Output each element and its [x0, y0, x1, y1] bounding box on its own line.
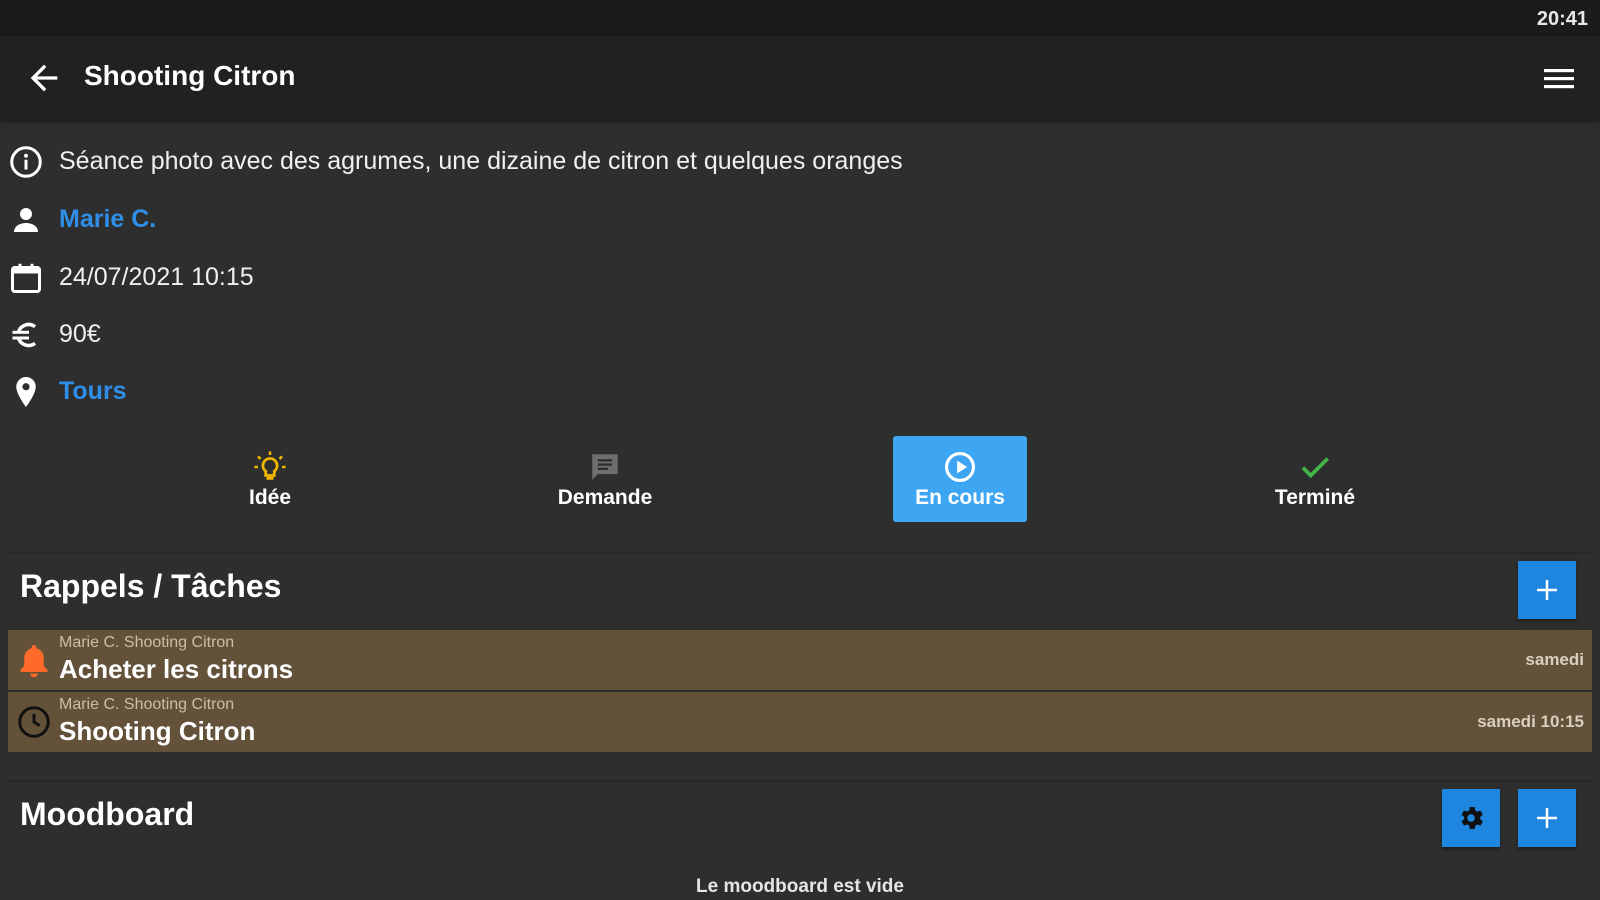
task-row[interactable]: Marie C. Shooting Citron Acheter les cit…: [8, 630, 1592, 690]
status-termine-label: Terminé: [1274, 486, 1356, 509]
info-icon: [8, 144, 44, 180]
task-name: Acheter les citrons: [59, 654, 294, 684]
client-row: Marie C.: [0, 196, 1600, 242]
location-pin-icon: [8, 374, 44, 410]
description-row: Séance photo avec des agrumes, une dizai…: [0, 138, 1600, 184]
location-link[interactable]: Tours: [59, 377, 127, 406]
status-termine[interactable]: Terminé: [1260, 436, 1370, 522]
divider: [8, 780, 1592, 782]
status-time: 20:41: [1536, 8, 1588, 30]
status-demande-label: Demande: [557, 486, 653, 509]
price-text: 90€: [59, 320, 101, 348]
status-en-cours-label: En cours: [915, 486, 1005, 509]
datetime-text: 24/07/2021 10:15: [59, 263, 254, 291]
play-circle-icon: [943, 450, 977, 484]
status-bar: 20:41: [0, 0, 1600, 36]
page-title: Shooting Citron: [84, 60, 296, 91]
client-link[interactable]: Marie C.: [59, 205, 156, 234]
message-icon: [588, 450, 622, 484]
bell-icon: [16, 642, 52, 678]
euro-icon: [8, 317, 44, 353]
check-icon: [1298, 450, 1332, 484]
lightbulb-icon: [253, 450, 287, 484]
app-bar: Shooting Citron: [0, 36, 1600, 120]
add-moodboard-button[interactable]: [1518, 789, 1576, 847]
task-row[interactable]: Marie C. Shooting Citron Shooting Citron…: [8, 692, 1592, 752]
back-arrow-icon[interactable]: [24, 58, 64, 98]
status-idee-label: Idée: [248, 486, 292, 509]
price-row: 90€: [0, 311, 1600, 357]
task-meta: Marie C. Shooting Citron: [59, 634, 235, 651]
clock-icon: [16, 704, 52, 740]
calendar-icon: [8, 260, 44, 296]
plus-icon: [1537, 808, 1557, 828]
task-date: samedi 10:15: [1477, 712, 1584, 731]
plus-icon: [1537, 580, 1557, 600]
status-en-cours[interactable]: En cours: [893, 436, 1027, 522]
task-date: samedi: [1525, 650, 1584, 669]
task-name: Shooting Citron: [59, 716, 256, 746]
person-icon: [8, 202, 44, 238]
description-text: Séance photo avec des agrumes, une dizai…: [59, 147, 903, 175]
location-row: Tours: [0, 368, 1600, 414]
moodboard-empty-text: Le moodboard est vide: [696, 876, 904, 897]
hamburger-menu-icon[interactable]: [1540, 62, 1578, 96]
date-row: 24/07/2021 10:15: [0, 254, 1600, 300]
gear-icon: [1461, 807, 1483, 829]
task-meta: Marie C. Shooting Citron: [59, 696, 235, 713]
moodboard-settings-button[interactable]: [1442, 789, 1500, 847]
add-task-button[interactable]: [1518, 561, 1576, 619]
moodboard-section-title: Moodboard: [20, 796, 195, 832]
status-idee[interactable]: Idée: [220, 436, 320, 522]
status-demande[interactable]: Demande: [540, 436, 670, 522]
tasks-section-title: Rappels / Tâches: [20, 568, 282, 604]
divider: [8, 552, 1592, 554]
